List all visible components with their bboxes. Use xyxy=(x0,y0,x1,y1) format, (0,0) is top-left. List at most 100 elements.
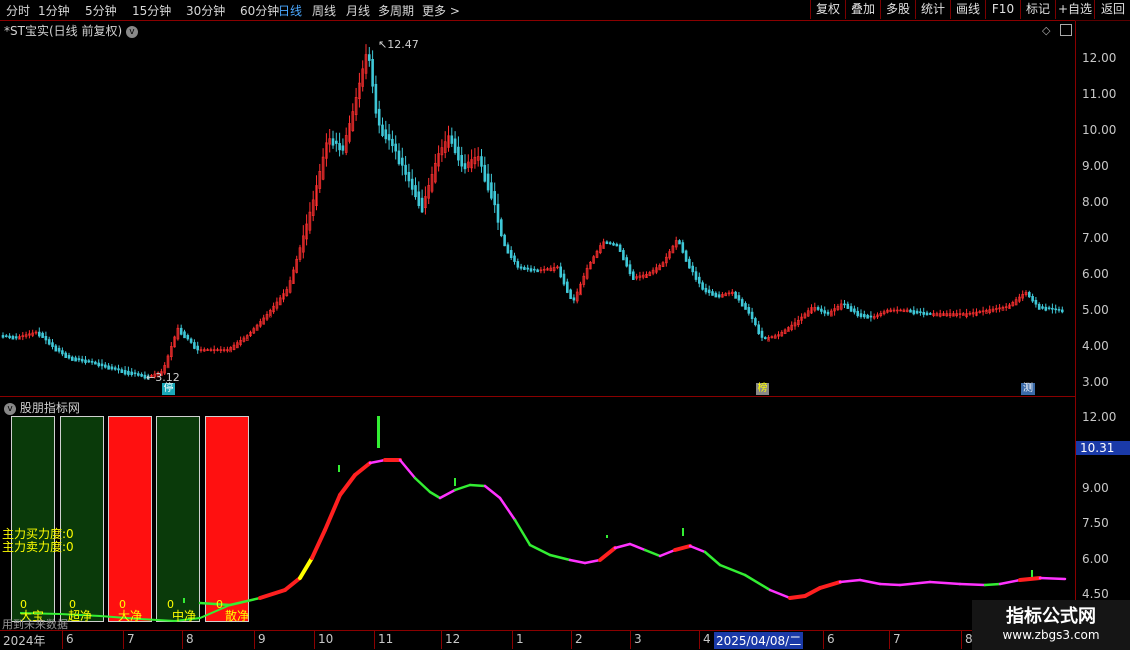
indicator-line-segment xyxy=(258,588,287,600)
indicator-line-segment xyxy=(583,558,602,565)
indicator-line-segment xyxy=(838,578,862,584)
indicator-line-segment xyxy=(598,546,617,562)
indicator-line-segment xyxy=(983,582,1002,587)
indicator-line-segment xyxy=(858,578,882,586)
panel-label: 大净 xyxy=(118,609,143,623)
x-tick xyxy=(254,631,255,649)
indicator-line-segment xyxy=(878,582,902,587)
signal-bar xyxy=(1031,570,1033,577)
panel-value: 0 xyxy=(216,598,223,611)
indicator-line-segment xyxy=(353,461,372,477)
indicator-line-segment xyxy=(628,542,647,552)
panel-label: 超净 xyxy=(68,609,93,623)
indicator-line-segment xyxy=(658,548,677,558)
indicator-line-segment xyxy=(928,580,962,586)
indicator-line-segment xyxy=(498,496,517,522)
signal-bar xyxy=(377,416,380,448)
date-label: 7 xyxy=(127,632,135,646)
date-label: 2024年 xyxy=(3,634,46,648)
indicator-line-segment xyxy=(413,476,432,494)
date-label: 2 xyxy=(575,632,583,646)
indicator-line-segment xyxy=(958,582,987,587)
indicator-line-segment xyxy=(323,493,342,532)
indicator-line-segment xyxy=(673,544,692,552)
date-label: 11 xyxy=(378,632,394,646)
date-label: 7 xyxy=(893,632,901,646)
indicator-line-segment xyxy=(468,483,487,488)
price-tick: 12.00 xyxy=(1082,51,1117,65)
sell-strength-label: 主力卖力度:0 xyxy=(2,540,74,554)
indicator-line-segment xyxy=(688,544,707,554)
back-button[interactable]: 返回 xyxy=(1094,0,1130,19)
indicator-line-segment xyxy=(398,458,417,480)
signal-bar xyxy=(606,535,608,538)
date-label: 10 xyxy=(318,632,334,646)
x-tick xyxy=(823,631,824,649)
price-tick: 8.00 xyxy=(1082,195,1109,209)
indicator-line-segment xyxy=(338,473,357,497)
x-tick xyxy=(699,631,700,649)
indicator-line-segment xyxy=(310,528,327,560)
indicator-line-segment xyxy=(513,518,532,547)
indicator-line-segment xyxy=(703,550,722,567)
current-value-badge: 10.31 xyxy=(1076,441,1130,455)
indicator-line-segment xyxy=(788,594,807,600)
indicator-line-segment xyxy=(818,580,842,590)
indicator-line-segment xyxy=(483,484,502,500)
x-tick xyxy=(123,631,124,649)
price-tick: 7.00 xyxy=(1082,231,1109,245)
indicator-tick: 6.00 xyxy=(1082,552,1109,566)
x-tick xyxy=(571,631,572,649)
price-tick: 6.00 xyxy=(1082,267,1109,281)
indicator-tick: 9.00 xyxy=(1082,481,1109,495)
indicator-line-segment xyxy=(428,490,442,500)
date-label: 8 xyxy=(186,632,194,646)
x-tick xyxy=(314,631,315,649)
date-label: 4 xyxy=(703,632,711,646)
x-tick xyxy=(182,631,183,649)
indicator-line-segment xyxy=(438,488,457,500)
price-tick: 10.00 xyxy=(1082,123,1117,137)
x-tick xyxy=(374,631,375,649)
signal-bar xyxy=(183,598,185,603)
indicator-line-segment xyxy=(548,553,572,562)
signal-bar xyxy=(454,478,456,486)
date-label: 1 xyxy=(516,632,524,646)
indicator-line-segment xyxy=(643,548,662,558)
panel-label: 散净 xyxy=(225,609,250,623)
x-tick xyxy=(441,631,442,649)
indicator-line-segment xyxy=(228,596,262,607)
indicator-line-segment xyxy=(283,576,302,592)
indicator-line-segment xyxy=(718,563,747,577)
indicator-line-segment xyxy=(528,543,552,557)
price-tick: 9.00 xyxy=(1082,159,1109,173)
indicator-line-segment xyxy=(768,588,792,600)
indicator-line-segment xyxy=(803,586,822,598)
indicator-tick: 7.50 xyxy=(1082,516,1109,530)
indicator-line-segment xyxy=(743,573,772,592)
indicator-chart xyxy=(19,416,1067,623)
indicator-line-segment xyxy=(198,601,232,607)
date-label: 6 xyxy=(66,632,74,646)
indicator-line-segment xyxy=(453,483,472,492)
price-tick: 4.00 xyxy=(1082,339,1109,353)
x-tick xyxy=(62,631,63,649)
price-axis-line xyxy=(1075,21,1076,631)
date-label: 9 xyxy=(258,632,266,646)
cursor-date-label: 2025/04/08/二 xyxy=(714,632,804,649)
date-label: 12 xyxy=(445,632,461,646)
indicator-line-segment xyxy=(898,580,932,587)
watermark: 指标公式网 www.zbgs3.com xyxy=(972,600,1130,650)
indicator-line-segment xyxy=(1038,576,1067,581)
x-tick xyxy=(512,631,513,649)
indicator-line-segment xyxy=(1018,576,1042,582)
signal-bar xyxy=(338,465,340,472)
watermark-url: www.zbgs3.com xyxy=(1002,628,1100,642)
date-label: 6 xyxy=(827,632,835,646)
indicator-line-segment xyxy=(298,556,314,580)
indicator-line-segment xyxy=(568,558,587,565)
future-data-note: 用到未来数据 xyxy=(2,618,68,631)
x-tick xyxy=(961,631,962,649)
price-tick: 3.00 xyxy=(1082,375,1109,389)
indicator-line-segment xyxy=(613,542,632,550)
